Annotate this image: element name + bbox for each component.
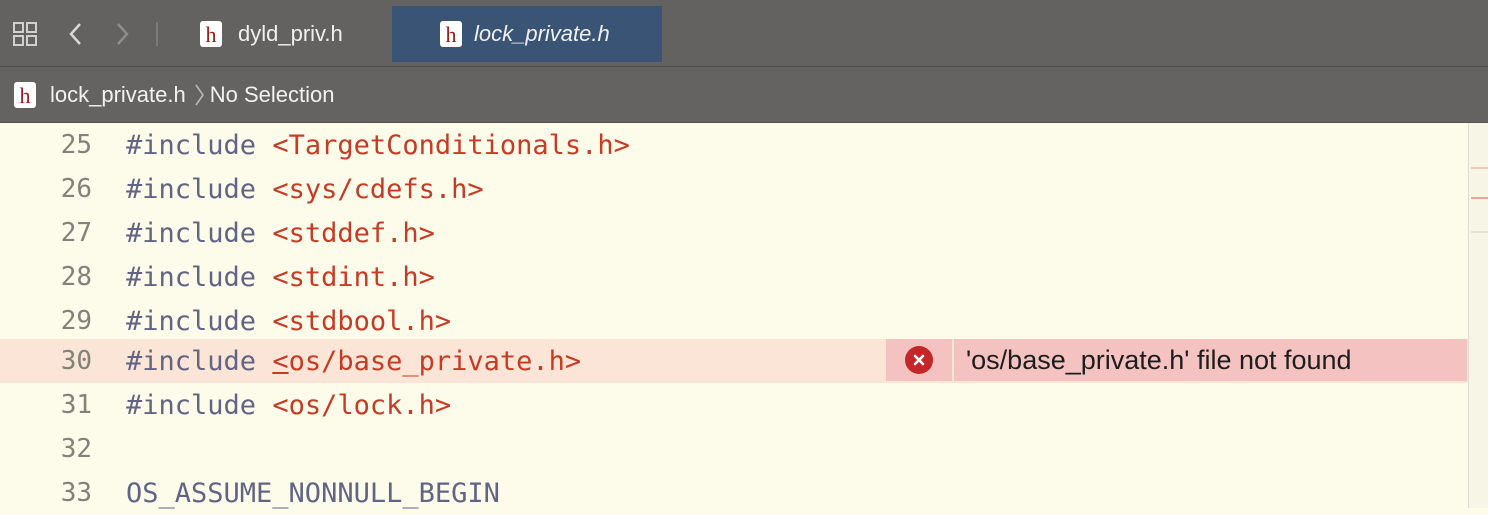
tab-bar: h dyld_priv.h h lock_private.h (0, 0, 1488, 67)
source-editor[interactable]: 25 #include <TargetConditionals.h> 26 #i… (0, 123, 1468, 509)
tab-label: dyld_priv.h (238, 21, 343, 46)
tab-label: lock_private.h (474, 21, 610, 46)
related-items-grid-icon[interactable] (8, 16, 42, 52)
jumpbar-selection[interactable]: No Selection (210, 82, 335, 108)
jumpbar-file[interactable]: lock_private.h (50, 82, 186, 108)
include-path: <stddef.h> (272, 217, 435, 249)
line-number: 25 (60, 130, 92, 160)
tab-lock-private[interactable]: h lock_private.h (392, 6, 662, 62)
code-line: 25 #include <TargetConditionals.h> (0, 123, 1468, 167)
back-chevron-icon[interactable] (62, 16, 90, 52)
include-path: <stdbool.h> (272, 305, 452, 337)
include-path: <TargetConditionals.h> (272, 129, 630, 161)
error-icon (905, 346, 933, 374)
preprocessor-keyword: #include (126, 345, 273, 377)
line-number: 30 (60, 346, 92, 376)
include-path: os/base_private.h> (288, 345, 582, 377)
h-file-icon: h (14, 81, 36, 108)
preprocessor-keyword: #include (126, 305, 273, 337)
line-number: 28 (60, 262, 92, 292)
minimap-error-marker (1471, 197, 1488, 199)
forward-chevron-icon[interactable] (108, 16, 136, 52)
line-number: 27 (60, 218, 92, 248)
jump-bar: h lock_private.h No Selection (0, 67, 1488, 123)
error-icon-cell[interactable] (886, 339, 952, 381)
preprocessor-keyword: #include (126, 173, 273, 205)
nav-separator (156, 22, 158, 46)
macro-identifier: OS_ASSUME_NONNULL_BEGIN (126, 477, 500, 509)
preprocessor-keyword: #include (126, 389, 273, 421)
code-line: 31 #include <os/lock.h> (0, 383, 1468, 427)
preprocessor-keyword: #include (126, 217, 273, 249)
line-number: 29 (60, 306, 92, 336)
minimap-gutter[interactable] (1468, 123, 1488, 508)
error-underline-char: < (272, 345, 289, 377)
breadcrumb-chevron-icon (195, 84, 204, 105)
error-message: 'os/base_private.h' file not found (954, 339, 1467, 381)
error-annotation[interactable]: 'os/base_private.h' file not found (886, 339, 1467, 381)
code-line: 32 (0, 427, 1468, 471)
h-file-icon: h (440, 21, 462, 47)
h-file-icon: h (200, 21, 222, 47)
minimap-marker (1471, 167, 1488, 169)
include-path: <stdint.h> (272, 261, 435, 293)
line-number: 33 (60, 478, 92, 508)
code-line: 33 OS_ASSUME_NONNULL_BEGIN (0, 471, 1468, 515)
line-number: 26 (60, 174, 92, 204)
preprocessor-keyword: #include (126, 261, 273, 293)
line-number: 31 (60, 390, 92, 420)
preprocessor-keyword: #include (126, 129, 273, 161)
code-line: 28 #include <stdint.h> (0, 255, 1468, 299)
include-path: <os/lock.h> (272, 389, 452, 421)
code-line: 29 #include <stdbool.h> (0, 299, 1468, 343)
code-line: 27 #include <stddef.h> (0, 211, 1468, 255)
tab-dyld-priv[interactable]: h dyld_priv.h (200, 6, 390, 62)
line-number: 32 (60, 434, 92, 464)
code-line: 26 #include <sys/cdefs.h> (0, 167, 1468, 211)
include-path: <sys/cdefs.h> (272, 173, 484, 205)
minimap-marker (1471, 231, 1488, 233)
